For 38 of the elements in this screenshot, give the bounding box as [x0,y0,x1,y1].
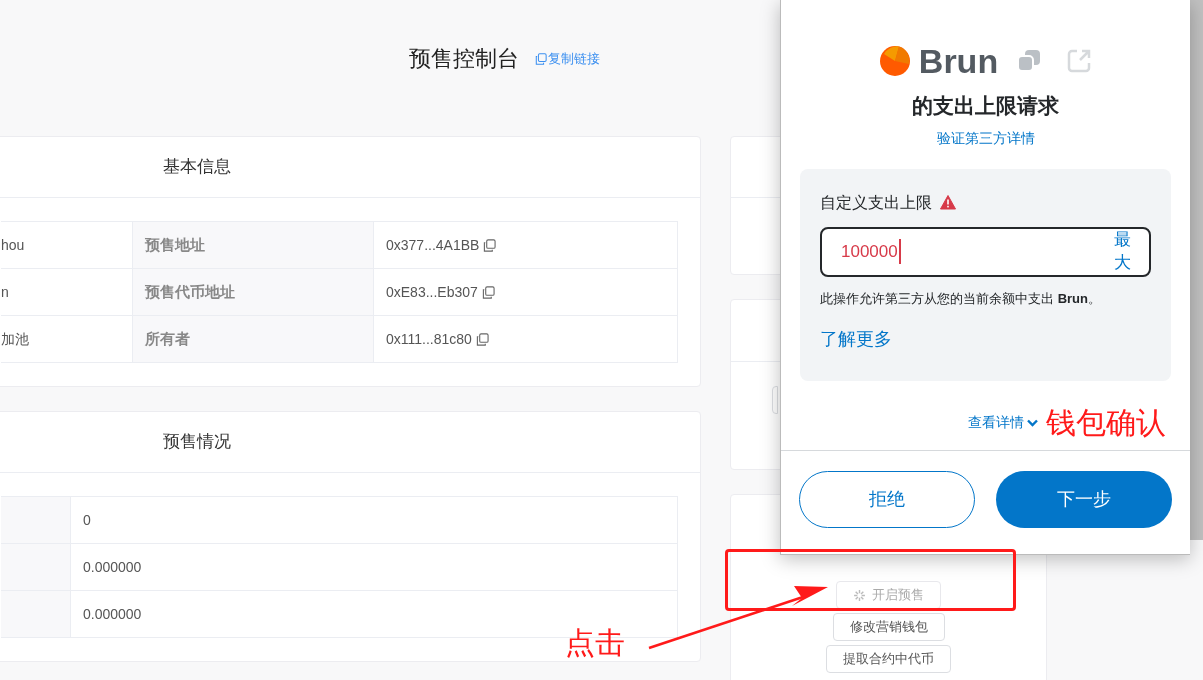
table-cell: 0.000000 [71,544,678,590]
token-name: Brun [918,44,999,78]
address-text: 0x111...81c80 [386,329,472,349]
copy-icon[interactable] [483,238,497,252]
token-logo-icon [878,45,911,77]
copy-link[interactable]: 复制链接 [534,48,600,69]
table-cell-text: n [1,282,10,302]
table-cell: 预售地址 [132,222,374,268]
chevron-down-icon [1027,418,1038,427]
copy-icon[interactable] [475,332,489,346]
address-text: 0x377...4A1BB [386,235,480,255]
action-button[interactable]: 修改营销钱包 [832,613,945,641]
annotation-text: 钱包确认 [1046,405,1166,441]
action-button[interactable]: 提取合约中代币 [826,645,951,673]
popup-title: 的支出上限请求 [912,93,1059,119]
learn-more-link[interactable]: 了解更多 [820,326,1151,353]
table-cell-text: hou [1,235,26,255]
amount-input[interactable]: 100000 最大 [820,226,1151,277]
table-cell: 预售代币地址 [132,269,374,315]
page-title: 预售控制台 [408,45,519,73]
max-button[interactable]: 最大 [1114,228,1131,275]
verify-link[interactable]: 验证第三方详情 [936,127,1035,149]
address-text: 0xE83...Eb307 [386,282,478,302]
amount-value: 100000 [841,238,901,265]
scrollbar[interactable] [1190,0,1203,540]
table-cell: 所有者 [132,316,374,362]
table-cell: 0 [71,497,678,543]
view-details-link[interactable]: 查看详情 [968,412,1038,433]
field-label: 自定义支出上限 [820,192,932,213]
reject-button[interactable]: 拒绝 [799,470,975,528]
spinner-icon [853,588,866,602]
spend-note: 此操作允许第三方从您的当前余额中支出 Brun。 [820,289,1102,308]
card-title: 预售情况 [163,431,231,454]
next-button[interactable]: 下一步 [996,470,1172,528]
copy-icon[interactable] [534,52,547,65]
copy-icon[interactable] [481,285,495,299]
table-cell-text: 加池 [1,329,30,349]
card-title: 基本信息 [163,156,231,179]
